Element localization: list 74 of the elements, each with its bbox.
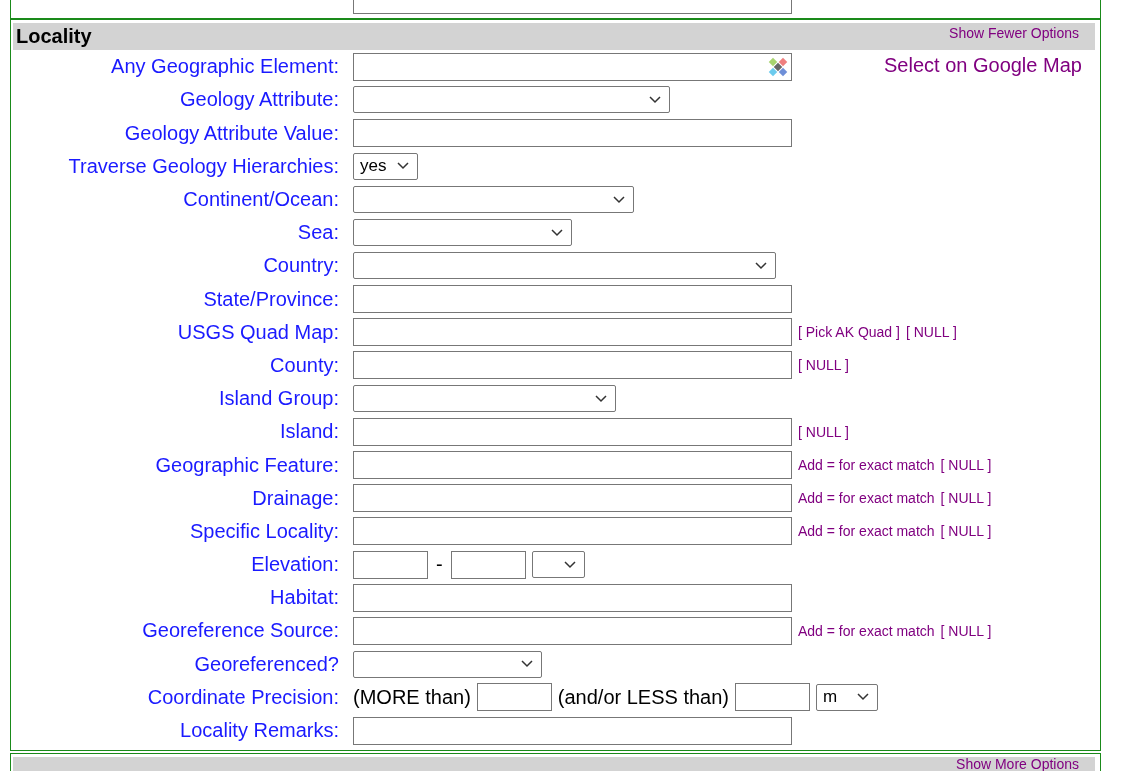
field-label: Sea:: [296, 221, 340, 245]
field-label: Coordinate Precision:: [146, 685, 340, 709]
field-label: State/Province:: [202, 287, 340, 311]
field-label: Any Geographic Element:: [110, 55, 340, 79]
toggle-link[interactable]: Show Fewer Options: [949, 25, 1079, 42]
link[interactable]: [ Pick AK Quad ]: [798, 324, 900, 341]
field-label: Georeferenced?: [193, 652, 340, 676]
field-label: Georeference Source:: [141, 619, 340, 643]
dropdown[interactable]: yes: [353, 152, 418, 180]
input-field[interactable]: [450, 550, 526, 579]
input-field[interactable]: [353, 616, 792, 645]
input-field[interactable]: [353, 550, 428, 579]
dropdown[interactable]: [531, 551, 585, 579]
input-field[interactable]: [353, 517, 792, 546]
dropdown[interactable]: [353, 252, 776, 280]
input-field[interactable]: [353, 583, 792, 612]
field-label: Continent/Ocean:: [182, 188, 340, 212]
field-label: Geology Attribute Value:: [123, 121, 340, 145]
field-text: (and/or LESS than): [557, 685, 730, 709]
field-label: Locality Remarks:: [179, 719, 340, 743]
input-field[interactable]: [353, 484, 792, 513]
dropdown[interactable]: [353, 186, 634, 214]
input-field[interactable]: [476, 683, 552, 712]
diamond-grid-icon: [768, 56, 788, 77]
link[interactable]: [ NULL ]: [798, 423, 849, 440]
link[interactable]: [ NULL ]: [940, 523, 992, 540]
field-label: County:: [269, 353, 340, 377]
input-field[interactable]: [353, 451, 792, 480]
section-title: Locality: [16, 25, 92, 49]
field-label: Country:: [262, 254, 340, 278]
map-link[interactable]: Select on Google Map: [884, 54, 1082, 78]
field-label: Elevation:: [250, 553, 340, 577]
chevron-down-icon: [397, 162, 409, 171]
link[interactable]: [ NULL ]: [940, 622, 992, 639]
range-separator: -: [436, 553, 443, 577]
link[interactable]: [ NULL ]: [905, 324, 957, 341]
link[interactable]: [ NULL ]: [940, 490, 992, 507]
dropdown[interactable]: [353, 86, 670, 114]
hint-text: Add = for exact match: [798, 523, 935, 540]
field-label: Specific Locality:: [189, 519, 340, 543]
input-field[interactable]: [353, 119, 792, 148]
input-field[interactable]: [353, 351, 792, 380]
input-field[interactable]: [353, 285, 792, 314]
field-label: Traverse Geology Hierarchies:: [67, 154, 340, 178]
input-field[interactable]: [353, 318, 792, 347]
input-field[interactable]: [735, 683, 811, 712]
field-label: Drainage:: [251, 486, 340, 510]
hint-text: Add = for exact match: [798, 490, 935, 507]
dropdown[interactable]: m: [816, 683, 879, 711]
chevron-down-icon: [649, 95, 661, 104]
field-label: Island:: [279, 420, 340, 444]
field-label: USGS Quad Map:: [176, 320, 340, 344]
hint-text: Add = for exact match: [798, 457, 935, 474]
field-label: Geology Attribute:: [179, 88, 340, 112]
input-field[interactable]: [353, 52, 792, 81]
link[interactable]: [ NULL ]: [940, 457, 992, 474]
chevron-down-icon: [521, 660, 533, 669]
chevron-down-icon: [755, 261, 767, 270]
chevron-down-icon: [857, 693, 870, 702]
hint-text: Add = for exact match: [798, 622, 935, 639]
field-label: Habitat:: [269, 586, 340, 610]
chevron-down-icon: [551, 228, 563, 237]
dropdown[interactable]: [353, 650, 542, 678]
chevron-down-icon: [595, 394, 607, 403]
chevron-down-icon: [563, 560, 576, 569]
dropdown[interactable]: [353, 219, 572, 247]
input-field[interactable]: [353, 417, 792, 446]
input-field[interactable]: [353, 716, 792, 745]
field-label: Geographic Feature:: [154, 453, 340, 477]
chevron-down-icon: [613, 195, 625, 204]
field-text: (MORE than): [353, 685, 471, 709]
dropdown[interactable]: [353, 385, 616, 413]
link[interactable]: [ NULL ]: [798, 357, 849, 374]
field-label: Island Group:: [217, 387, 340, 411]
